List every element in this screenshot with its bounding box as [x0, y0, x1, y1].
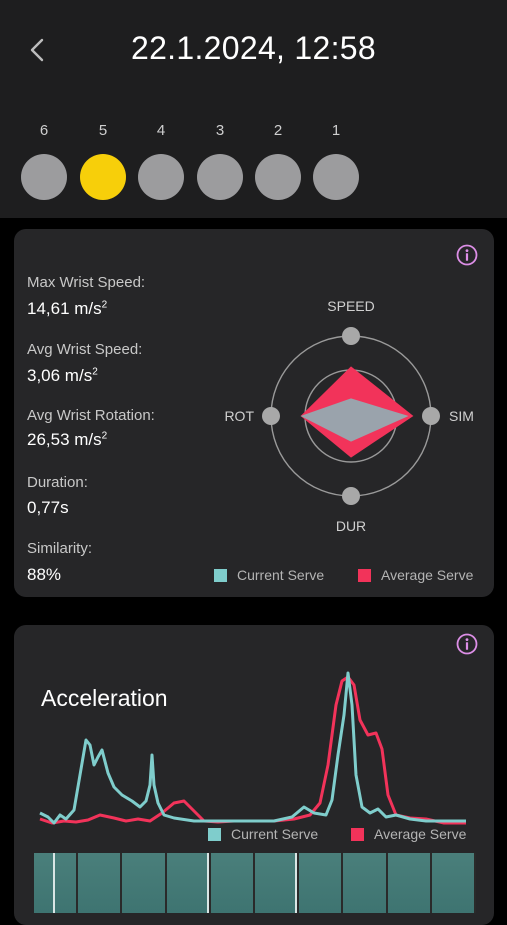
- max-wrist-speed-value: 14,61 m/s2: [27, 299, 108, 318]
- video-frame: [78, 853, 123, 913]
- sim-axis-knob: [422, 407, 440, 425]
- avg-wrist-rotation-value: 26,53 m/s2: [27, 430, 108, 449]
- accel-legend-average: Average Serve: [351, 826, 466, 842]
- radar-legend-current: Current Serve: [214, 567, 324, 583]
- axis-label-rot: ROT: [224, 408, 254, 424]
- shot-number: 2: [273, 122, 283, 139]
- axis-label-dur: DUR: [336, 518, 366, 534]
- shot-selector-3[interactable]: 3: [197, 122, 243, 200]
- duration-value: 0,77s: [27, 498, 69, 517]
- shot-selector-5[interactable]: 5: [80, 122, 126, 200]
- rot-axis-knob: [262, 407, 280, 425]
- avg-wrist-speed-label: Avg Wrist Speed:: [27, 341, 143, 358]
- shot-number: 1: [331, 122, 341, 139]
- shot-selector-6[interactable]: 6: [21, 122, 67, 200]
- current-serve-line: [39, 671, 466, 825]
- video-frame: [431, 853, 477, 913]
- acceleration-card: Acceleration Current Serve Average Serve: [14, 625, 494, 925]
- video-filmstrip[interactable]: [34, 853, 477, 913]
- shot-number: 4: [156, 122, 166, 139]
- video-frame: [255, 853, 300, 913]
- video-frame: [299, 853, 344, 913]
- shot-dot: [313, 154, 359, 200]
- accel-legend-current: Current Serve: [208, 826, 318, 842]
- legend-swatch-average: [358, 568, 371, 582]
- video-frame: [34, 853, 79, 913]
- radar-legend-average: Average Serve: [358, 567, 473, 583]
- page-title: 22.1.2024, 12:58: [130, 30, 377, 66]
- acceleration-chart: [39, 671, 466, 825]
- shot-dot: [138, 154, 184, 200]
- shot-number: 3: [215, 122, 225, 139]
- header: 22.1.2024, 12:58 6 5 4 3 2 1: [0, 0, 507, 218]
- shot-number: 6: [39, 122, 49, 139]
- axis-label-speed: SPEED: [327, 298, 374, 314]
- axis-label-sim: SIM: [449, 408, 474, 424]
- shot-selector-1[interactable]: 1: [313, 122, 359, 200]
- legend-label-current: Current Serve: [237, 567, 325, 583]
- legend-label-average: Average Serve: [381, 567, 474, 583]
- video-frame: [166, 853, 211, 913]
- avg-wrist-rotation-label: Avg Wrist Rotation:: [27, 407, 155, 424]
- max-wrist-speed-label: Max Wrist Speed:: [27, 274, 146, 291]
- legend-swatch-current: [208, 827, 221, 841]
- video-frame: [387, 853, 432, 913]
- dur-axis-knob: [342, 487, 360, 505]
- shot-dot: [21, 154, 67, 200]
- shot-number: 5: [98, 122, 108, 139]
- shot-dot-selected: [80, 154, 126, 200]
- video-frame: [122, 853, 167, 913]
- similarity-value: 88%: [27, 565, 62, 584]
- serve-stats-card: Max Wrist Speed: 14,61 m/s2 Avg Wrist Sp…: [14, 229, 494, 597]
- shot-selector-2[interactable]: 2: [255, 122, 301, 200]
- legend-label-current: Current Serve: [231, 826, 319, 842]
- shot-dot: [255, 154, 301, 200]
- info-icon[interactable]: [456, 244, 478, 266]
- video-frame: [210, 853, 256, 913]
- shot-selector-4[interactable]: 4: [138, 122, 184, 200]
- similarity-label: Similarity:: [27, 540, 93, 557]
- legend-swatch-current: [214, 568, 227, 582]
- average-serve-line: [39, 675, 466, 825]
- avg-wrist-speed-value: 3,06 m/s2: [27, 366, 98, 385]
- duration-label: Duration:: [27, 474, 88, 491]
- radar-chart: SPEED SIM DUR ROT: [224, 298, 474, 534]
- speed-axis-knob: [342, 327, 360, 345]
- shot-dot: [197, 154, 243, 200]
- legend-label-average: Average Serve: [374, 826, 467, 842]
- legend-swatch-average: [351, 827, 364, 841]
- video-frame: [343, 853, 388, 913]
